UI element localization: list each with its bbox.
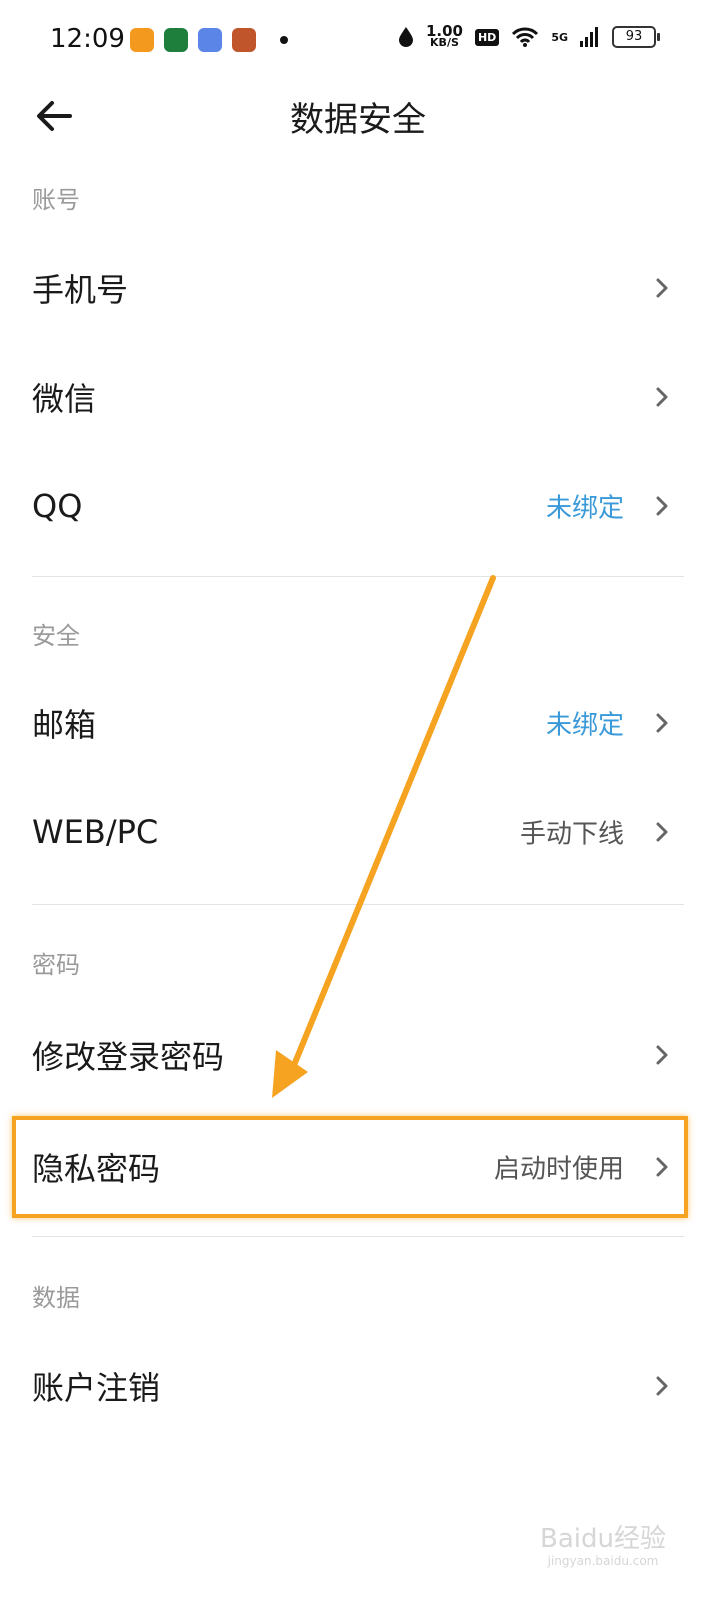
notification-icons xyxy=(130,28,288,52)
signal-icon xyxy=(580,27,598,47)
chevron-right-icon xyxy=(656,387,668,407)
section-title-data: 数据 xyxy=(32,1284,80,1312)
qq-bind-status: 未绑定 xyxy=(545,493,624,524)
highlight-box xyxy=(12,1116,688,1218)
email-bind-status: 未绑定 xyxy=(545,710,624,741)
section-divider xyxy=(32,1236,684,1237)
baidu-watermark: Baidu经验 jingyan.baidu.com xyxy=(540,1524,666,1568)
row-label: 手机号 xyxy=(32,271,129,309)
row-label: 邮箱 xyxy=(32,706,97,744)
chevron-right-icon xyxy=(656,1045,668,1065)
status-bar: 12:09 1.00 KB/S HD 5G 93 xyxy=(0,0,716,80)
list-item-web-pc[interactable]: WEB/PC 手动下线 xyxy=(0,778,716,886)
chevron-right-icon xyxy=(656,496,668,516)
wifi-icon xyxy=(512,27,539,47)
status-indicators: 1.00 KB/S HD 5G 93 xyxy=(398,22,660,49)
chevron-right-icon xyxy=(656,822,668,842)
section-title-security: 安全 xyxy=(32,622,80,650)
oppo-app-icon xyxy=(164,28,188,52)
row-label: 修改登录密码 xyxy=(32,1038,225,1076)
battery-indicator: 93 xyxy=(612,26,660,48)
more-notifications-dot-icon xyxy=(280,36,288,44)
list-item-delete-account[interactable]: 账户注销 xyxy=(0,1332,716,1440)
toolbox-app-icon xyxy=(198,28,222,52)
list-item-email[interactable]: 邮箱 未绑定 xyxy=(0,669,716,777)
web-pc-status: 手动下线 xyxy=(519,819,624,850)
section-divider xyxy=(32,576,684,577)
status-time: 12:09 xyxy=(50,24,125,54)
row-label: 微信 xyxy=(32,380,97,418)
row-label: 账户注销 xyxy=(32,1369,161,1407)
hd-badge: HD xyxy=(474,28,500,46)
chevron-right-icon xyxy=(656,278,668,298)
network-speed: 1.00 KB/S xyxy=(425,22,463,49)
list-item-phone[interactable]: 手机号 xyxy=(0,234,716,342)
game-app-icon xyxy=(232,28,256,52)
section-divider xyxy=(32,904,684,905)
network-type: 5G xyxy=(551,30,568,44)
row-label: QQ xyxy=(32,487,83,525)
chevron-right-icon xyxy=(656,713,668,733)
video-app-icon xyxy=(130,28,154,52)
list-item-wechat[interactable]: 微信 xyxy=(0,343,716,451)
list-item-qq[interactable]: QQ 未绑定 xyxy=(0,452,716,560)
page-title: 数据安全 xyxy=(290,100,426,140)
row-label: WEB/PC xyxy=(32,813,159,851)
app-header: 数据安全 xyxy=(0,80,716,152)
chevron-right-icon xyxy=(656,1376,668,1396)
section-title-account: 账号 xyxy=(32,186,80,214)
data-saver-drop-icon xyxy=(398,27,413,47)
list-item-change-login-password[interactable]: 修改登录密码 xyxy=(0,1001,716,1109)
section-title-password: 密码 xyxy=(32,951,80,979)
